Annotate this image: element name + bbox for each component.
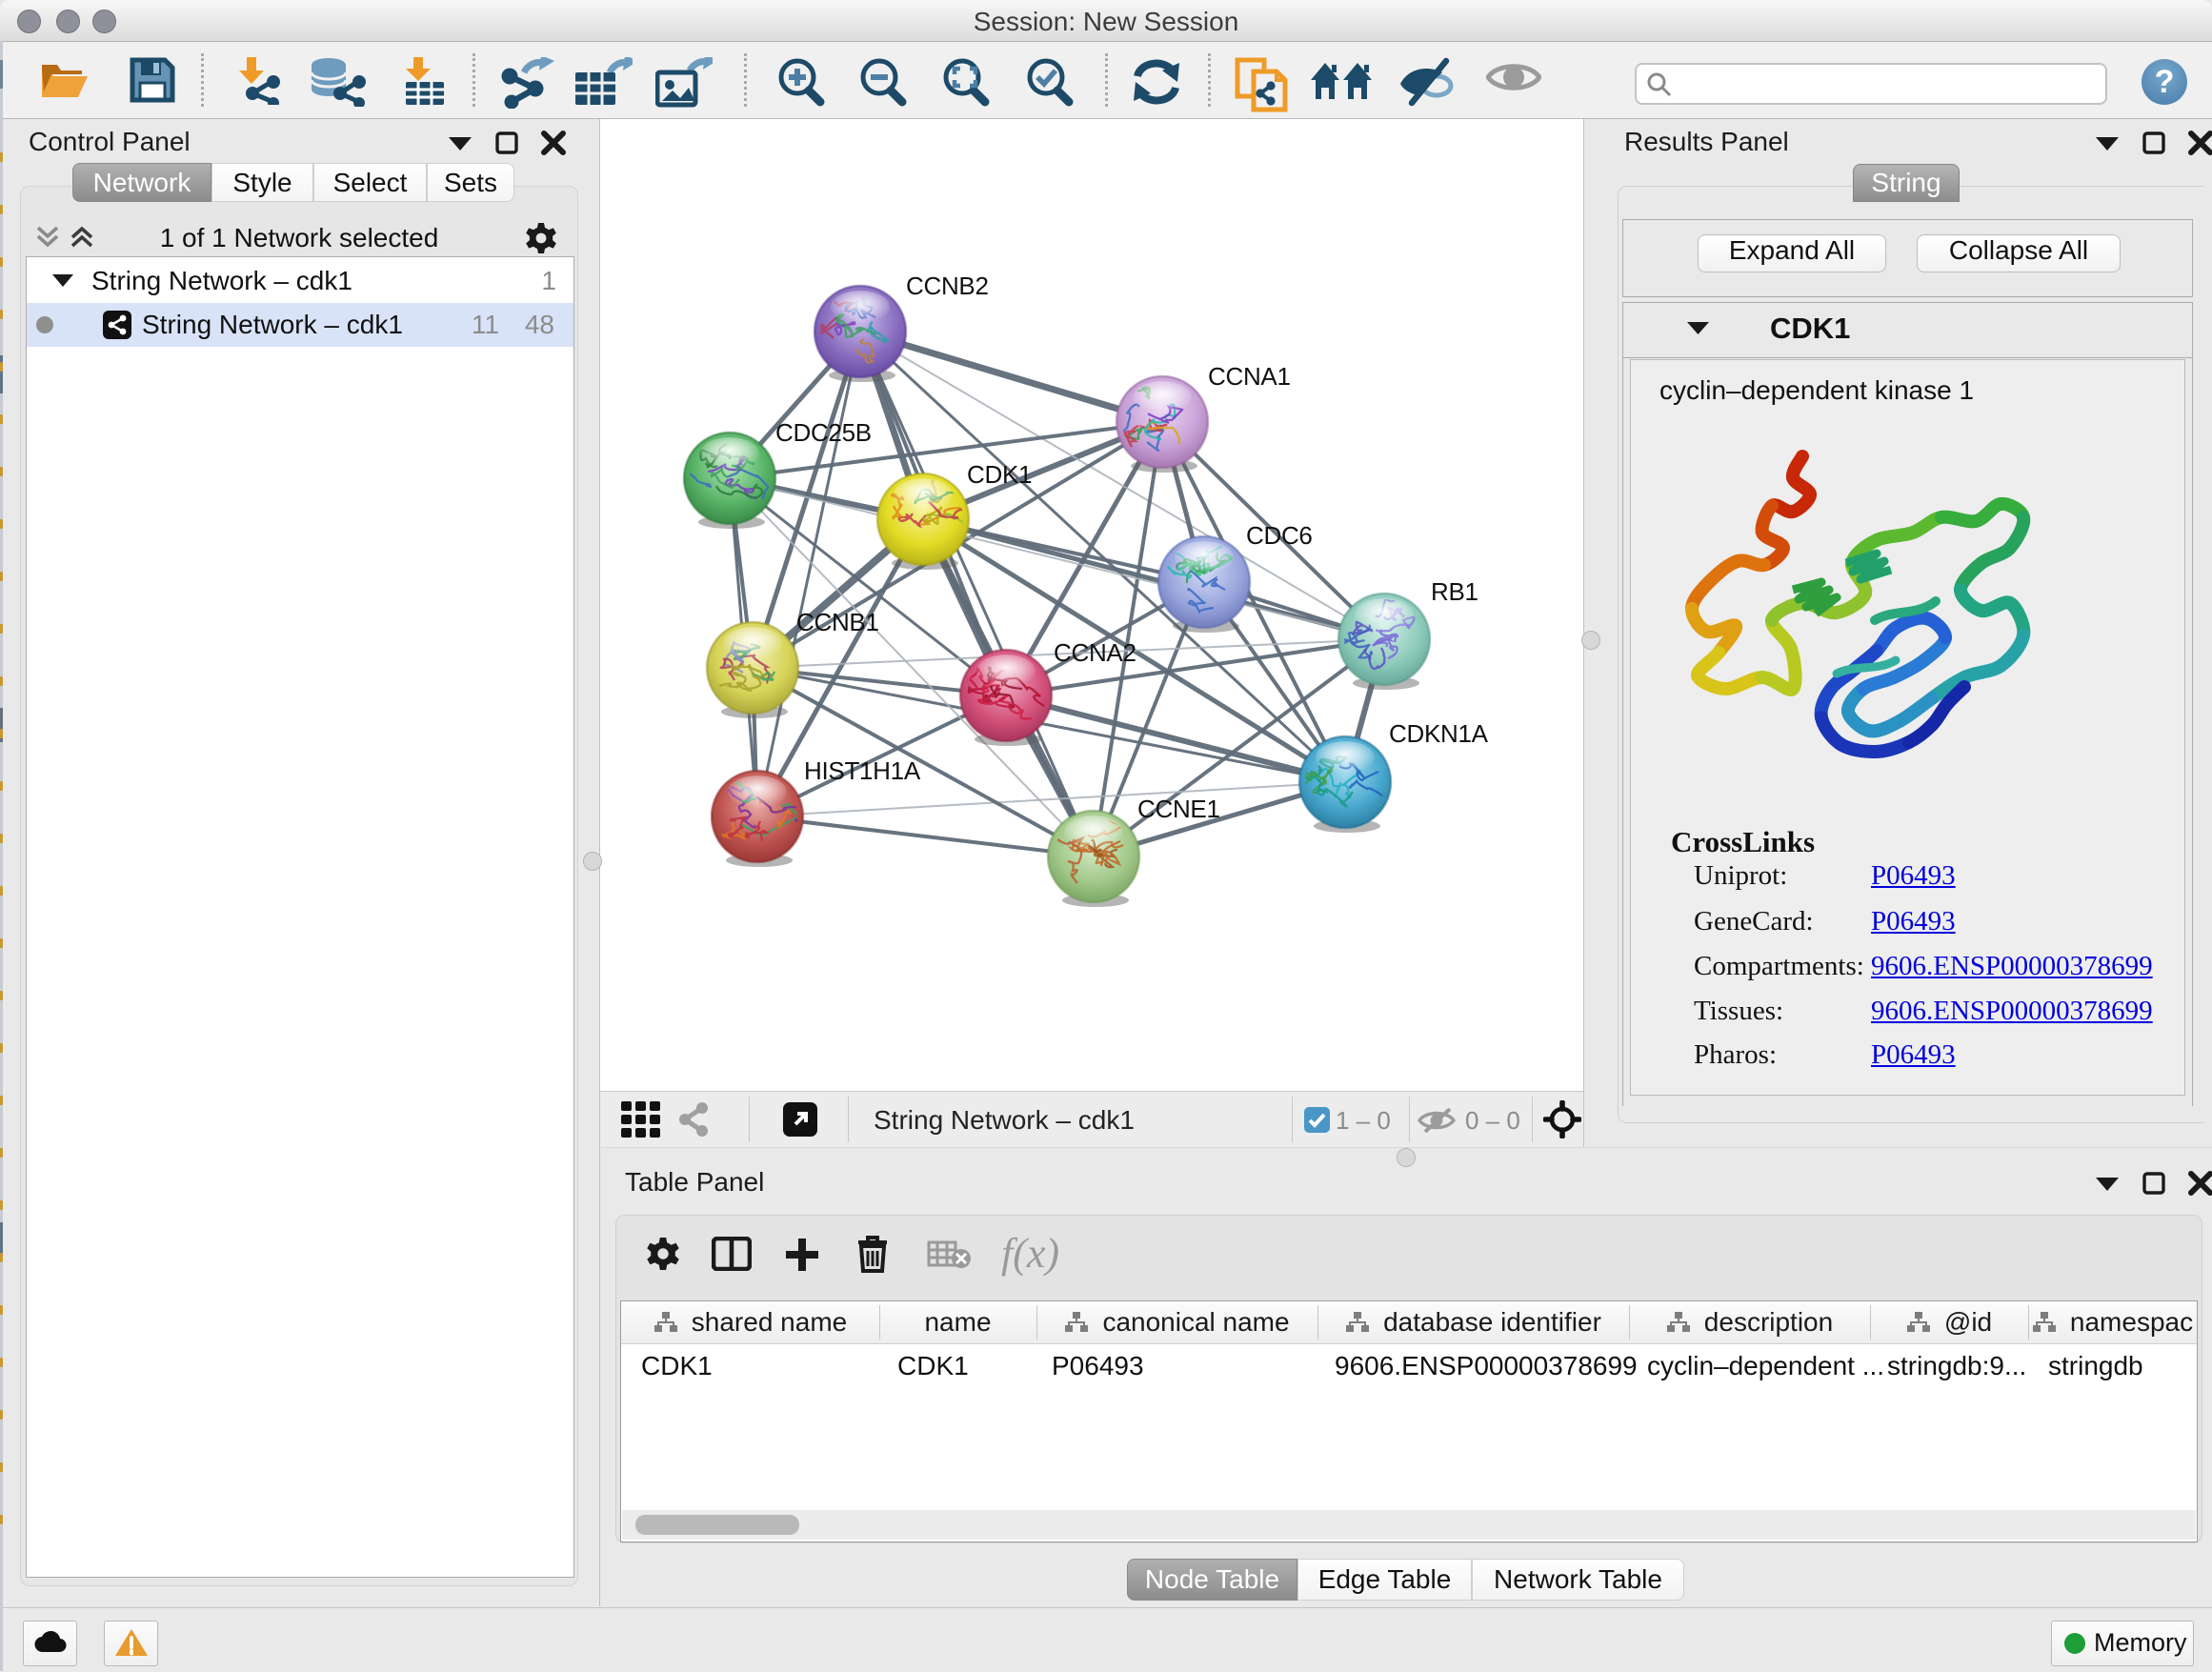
svg-text:CCNB1: CCNB1 <box>796 608 879 636</box>
svg-text:CDC25B: CDC25B <box>775 418 872 447</box>
svg-text:CCNA2: CCNA2 <box>1054 638 1136 667</box>
svg-text:CDKN1A: CDKN1A <box>1389 719 1489 748</box>
svg-text:CCNA1: CCNA1 <box>1208 362 1291 391</box>
svg-text:HIST1H1A: HIST1H1A <box>804 756 921 785</box>
svg-text:CCNB2: CCNB2 <box>906 272 989 300</box>
svg-text:CDC6: CDC6 <box>1246 521 1313 550</box>
svg-text:RB1: RB1 <box>1431 577 1478 606</box>
svg-text:CDK1: CDK1 <box>967 460 1032 489</box>
svg-text:CCNE1: CCNE1 <box>1137 795 1220 823</box>
